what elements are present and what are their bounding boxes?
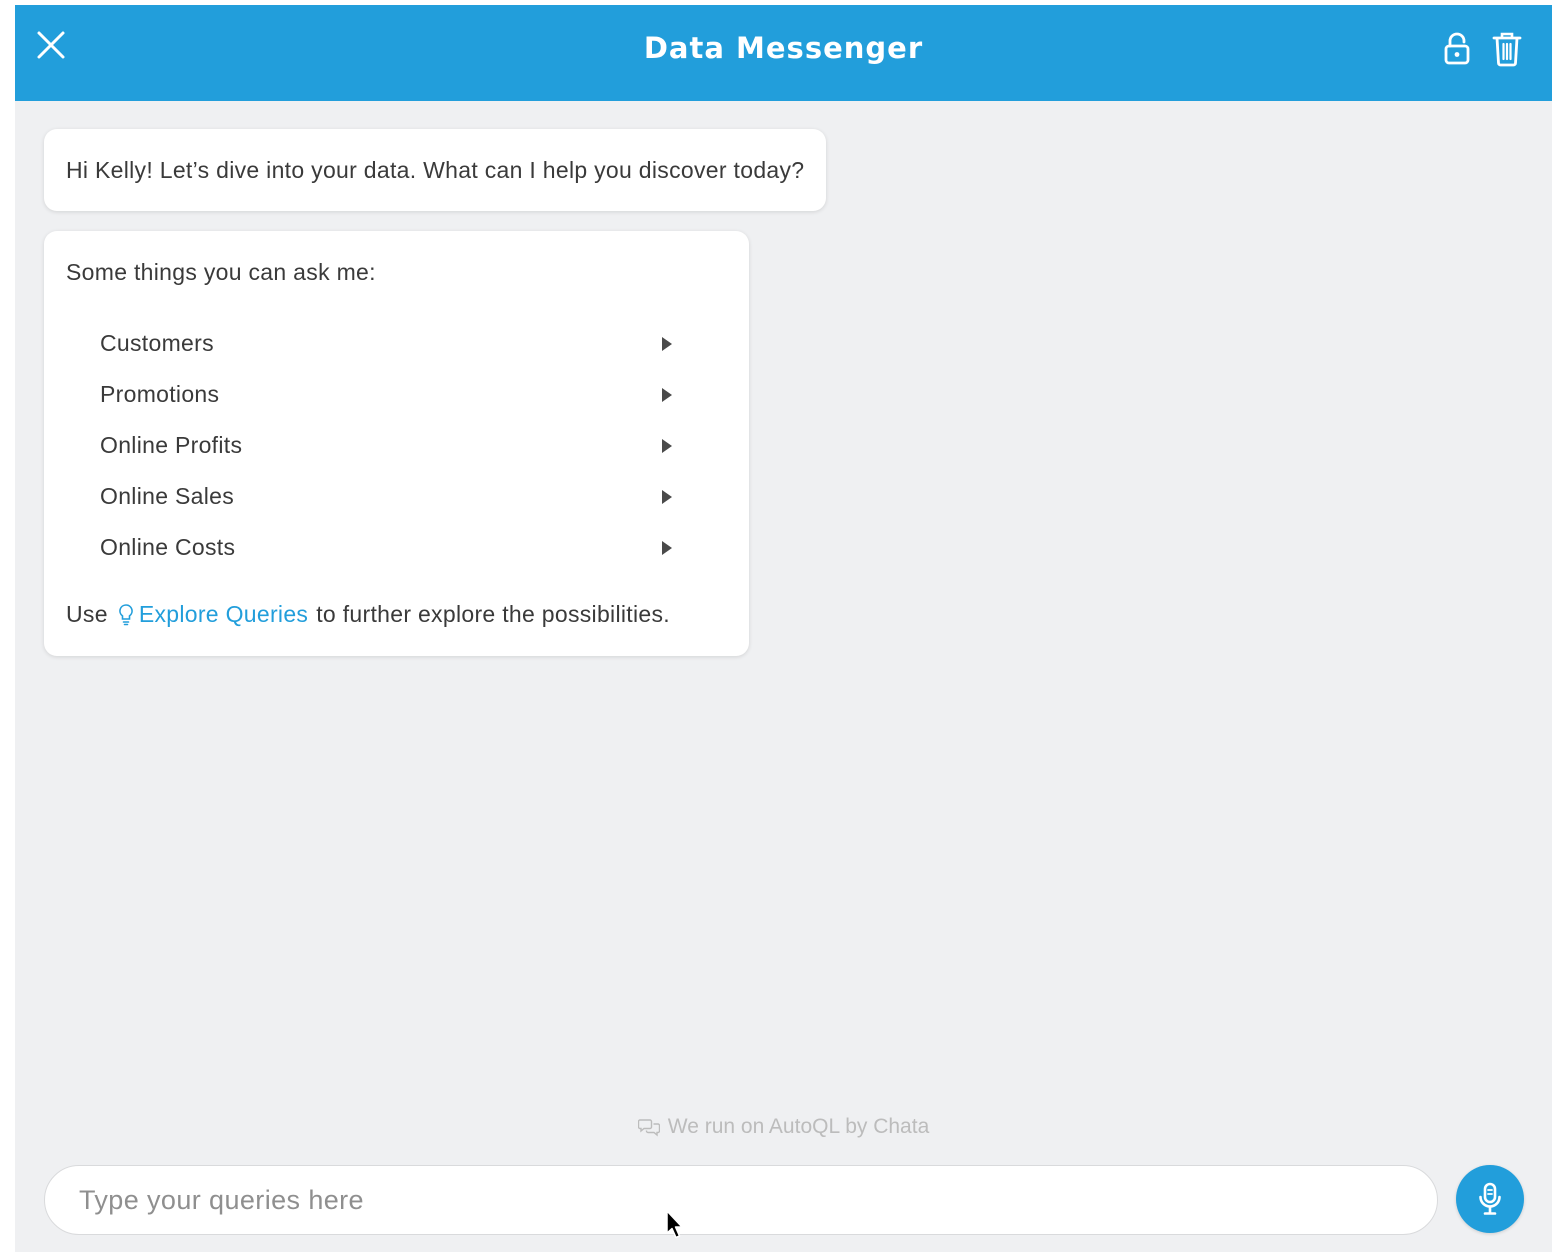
topic-label: Customers xyxy=(100,330,214,356)
topic-label: Online Sales xyxy=(100,483,235,509)
topic-label: Online Costs xyxy=(100,534,236,560)
mouse-pointer-icon xyxy=(665,1210,685,1245)
explore-queries-link[interactable]: Explore Queries xyxy=(118,601,308,628)
chat-bubbles-icon xyxy=(637,1117,660,1137)
caret-right-icon xyxy=(662,438,672,453)
voice-input-button[interactable] xyxy=(1456,1165,1524,1233)
unlock-icon xyxy=(1444,32,1470,65)
caret-right-icon xyxy=(662,387,672,402)
topic-item-online-profits[interactable]: Online Profits xyxy=(100,420,680,471)
data-messenger-window: Data Messenger Hi Kelly! Let’s dive into… xyxy=(15,5,1552,1252)
powered-by-text: We run on AutoQL by Chata xyxy=(667,1115,930,1138)
topic-item-online-costs[interactable]: Online Costs xyxy=(100,522,680,573)
caret-right-icon xyxy=(662,540,672,555)
topic-label: Promotions xyxy=(100,381,220,407)
greeting-text: Hi Kelly! Let’s dive into your data. Wha… xyxy=(66,156,805,183)
query-input[interactable] xyxy=(44,1165,1438,1235)
greeting-message: Hi Kelly! Let’s dive into your data. Wha… xyxy=(44,129,827,211)
topic-item-customers[interactable]: Customers xyxy=(100,318,680,369)
microphone-icon xyxy=(1479,1182,1501,1215)
topic-item-online-sales[interactable]: Online Sales xyxy=(100,471,680,522)
topic-item-promotions[interactable]: Promotions xyxy=(100,369,680,420)
suggestions-title: Some things you can ask me: xyxy=(66,259,376,285)
explore-suffix: to further explore the possibilities. xyxy=(316,601,670,627)
explore-prefix: Use xyxy=(66,601,108,627)
window-title: Data Messenger xyxy=(643,31,924,65)
suggestions-message: Some things you can ask me: Customers Pr… xyxy=(44,231,749,656)
powered-by-note: We run on AutoQL by Chata xyxy=(15,1115,1552,1139)
lightbulb-icon xyxy=(118,603,134,627)
trash-icon xyxy=(1492,32,1522,67)
explore-link-label: Explore Queries xyxy=(138,601,309,627)
lock-button[interactable] xyxy=(1437,27,1477,71)
topic-label: Online Profits xyxy=(100,432,243,458)
header-bar: Data Messenger xyxy=(15,5,1552,101)
topic-list: Customers Promotions Online Profits Onli… xyxy=(100,318,680,573)
clear-messages-button[interactable] xyxy=(1487,27,1527,71)
explore-hint: Use Explore Queries to further explore t… xyxy=(66,601,670,628)
caret-right-icon xyxy=(662,336,672,351)
caret-right-icon xyxy=(662,489,672,504)
